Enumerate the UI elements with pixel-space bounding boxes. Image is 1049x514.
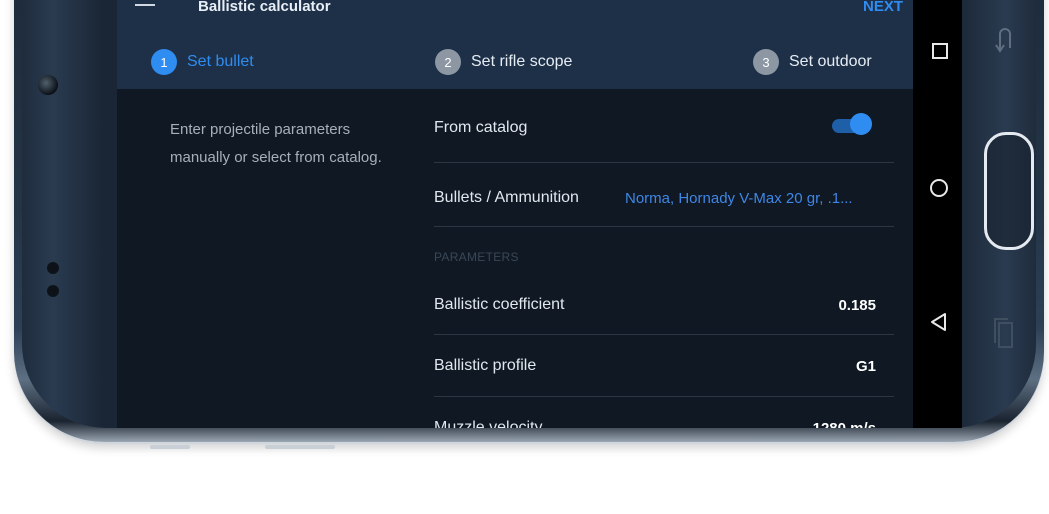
system-nav-bar [913,0,962,428]
content-area: Enter projectile parameters manually or … [117,89,913,428]
param-row-ballistic-profile[interactable]: Ballistic profile G1 [434,334,894,397]
param-label: Ballistic coefficient [434,296,565,313]
bullets-ammunition-value[interactable]: Norma, Hornady V-Max 20 gr, .1... [625,190,853,207]
step-label: Set bullet [187,53,254,70]
param-value: 0.185 [838,297,876,314]
stepper: 1 Set bullet 2 Set rifle scope 3 Set out… [117,22,913,89]
app-toolbar: Ballistic calculator NEXT [117,0,913,22]
toggle-knob [850,113,872,135]
step-set-rifle-scope[interactable]: 2 Set rifle scope [435,49,572,75]
from-catalog-label: From catalog [434,119,528,136]
sensor-dot [47,285,59,297]
bullets-ammunition-label: Bullets / Ammunition [434,189,579,206]
circle-icon[interactable] [930,179,948,197]
step-label: Set outdoor [789,53,872,70]
from-catalog-toggle[interactable] [832,113,872,135]
intro-text: Enter projectile parameters manually or … [170,121,382,166]
param-label: Ballistic profile [434,357,537,374]
step-number: 1 [151,49,177,75]
param-value: G1 [855,358,876,375]
sensor-dot [47,262,59,274]
hamburger-icon[interactable] [135,0,157,15]
app-window: Ballistic calculator NEXT 1 Set bullet 2… [117,0,913,428]
next-button[interactable]: NEXT [863,0,903,15]
bullets-ammunition-row[interactable]: Bullets / Ammunition Norma, Hornady V-Ma… [434,162,894,227]
hardware-back-icon[interactable] [993,24,1017,54]
parameters-header: PARAMETERS [434,250,519,264]
step-number: 3 [753,49,779,75]
param-label: Muzzle velocity [434,419,543,428]
front-camera [38,75,58,95]
step-label: Set rifle scope [471,53,573,70]
hardware-recent-icon[interactable] [992,315,1016,349]
power-button [265,445,335,449]
triangle-back-icon[interactable] [929,311,949,333]
volume-button [150,445,190,449]
step-number: 2 [435,49,461,75]
square-icon[interactable] [932,43,948,59]
param-row-ballistic-coefficient[interactable]: Ballistic coefficient 0.185 [434,273,894,335]
step-set-outdoor[interactable]: 3 Set outdoor [753,49,872,75]
home-button[interactable] [984,132,1034,250]
param-row-muzzle-velocity[interactable]: Muzzle velocity 1280 m/s [434,396,894,428]
param-value: 1280 m/s [813,420,876,428]
from-catalog-row[interactable]: From catalog [434,89,894,163]
step-set-bullet[interactable]: 1 Set bullet [151,49,254,75]
app-title: Ballistic calculator [198,0,331,15]
phone-screen: Ballistic calculator NEXT 1 Set bullet 2… [117,0,962,428]
